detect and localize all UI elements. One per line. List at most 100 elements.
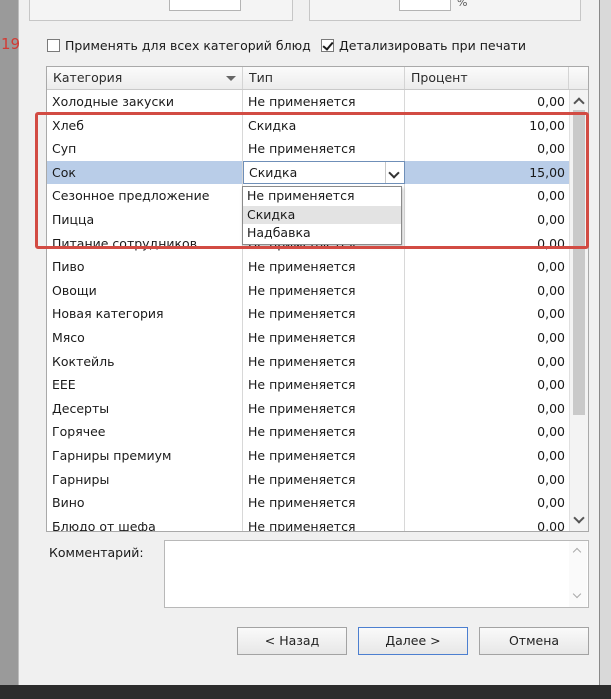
cell-percent[interactable]: 15,00 <box>405 161 569 185</box>
cell-percent[interactable]: 10,00 <box>405 114 569 138</box>
column-header-category[interactable]: Категория <box>47 67 243 89</box>
cell-percent[interactable]: 0,00 <box>405 397 569 421</box>
table-row[interactable]: Блюдо от шефа Не применяется 0,00 <box>47 514 569 531</box>
table-row[interactable]: Новая категория Не применяется 0,00 <box>47 302 569 326</box>
cell-percent[interactable]: 0,00 <box>405 468 569 492</box>
cell-percent[interactable]: 0,00 <box>405 279 569 303</box>
cell-type[interactable]: Не применяется <box>243 302 405 326</box>
cell-type[interactable]: Не применяется <box>243 514 405 531</box>
table-row[interactable]: Хлеб Скидка 10,00 <box>47 113 569 138</box>
cell-percent[interactable]: 0,00 <box>405 326 569 350</box>
cell-type[interactable]: Не применяется <box>243 90 405 114</box>
back-button[interactable]: < Назад <box>237 627 347 655</box>
column-header-category-label: Категория <box>53 70 123 85</box>
top-partial-section: % <box>19 0 599 28</box>
header-corner <box>569 67 588 89</box>
cell-type[interactable]: Не применяется <box>243 373 405 397</box>
type-dropdown-value: Скидка <box>249 164 298 180</box>
cell-percent[interactable]: 0,00 <box>405 208 569 232</box>
top-input-left[interactable] <box>169 0 241 11</box>
detail-print-checkbox[interactable] <box>321 39 334 52</box>
cell-percent[interactable]: 0,00 <box>405 184 569 208</box>
cell-type[interactable]: Не применяется <box>243 255 405 279</box>
table-row[interactable]: Коктейль Не применяется 0,00 <box>47 349 569 374</box>
table-row[interactable]: ЕЕЕ Не применяется 0,00 <box>47 373 569 397</box>
column-header-percent[interactable]: Процент <box>405 67 569 89</box>
type-dropdown[interactable]: Скидка <box>243 160 405 185</box>
cell-type[interactable]: Не применяется <box>243 349 405 374</box>
cell-category: Мясо <box>47 325 243 350</box>
cell-category: Пиво <box>47 255 243 279</box>
dropdown-option-markup[interactable]: Надбавка <box>243 224 401 243</box>
dropdown-option-discount[interactable]: Скидка <box>243 205 401 224</box>
column-header-type[interactable]: Тип <box>243 67 405 89</box>
cell-type[interactable]: Скидка <box>243 113 405 138</box>
scroll-thumb[interactable] <box>573 110 585 415</box>
cell-percent[interactable]: 0,00 <box>405 255 569 279</box>
cell-category: Питание сотрудников <box>47 231 243 256</box>
top-input-right[interactable] <box>399 0 451 11</box>
apply-all-checkbox-row[interactable]: Применять для всех категорий блюд <box>47 38 311 53</box>
comment-scrollbar[interactable] <box>569 541 587 607</box>
table-row[interactable]: Горячее Не применяется 0,00 <box>47 420 569 444</box>
cell-type[interactable]: Не применяется <box>243 443 405 468</box>
cell-percent[interactable]: 0,00 <box>405 491 569 515</box>
table-row[interactable]: Гарниры премиум Не применяется 0,00 <box>47 443 569 468</box>
table-row[interactable]: Гарниры Не применяется 0,00 <box>47 467 569 492</box>
table-row[interactable]: Холодные закуски Не применяется 0,00 <box>47 90 569 114</box>
table-row[interactable]: Вино Не применяется 0,00 <box>47 491 569 515</box>
cell-type[interactable]: Не применяется <box>243 137 405 161</box>
cell-category: Десерты <box>47 396 243 421</box>
detail-print-checkbox-row[interactable]: Детализировать при печати <box>321 38 526 53</box>
sort-arrow-icon <box>226 76 236 81</box>
scroll-up-icon[interactable] <box>572 547 582 557</box>
comment-textarea[interactable] <box>164 540 589 608</box>
cell-percent[interactable]: 0,00 <box>405 350 569 374</box>
table-row[interactable]: Овощи Не применяется 0,00 <box>47 278 569 303</box>
cell-category: Блюдо от шефа <box>47 514 243 531</box>
cell-type[interactable]: Не применяется <box>243 325 405 350</box>
cancel-button[interactable]: Отмена <box>479 627 589 655</box>
table-row[interactable]: Пиво Не применяется 0,00 <box>47 255 569 279</box>
cell-percent[interactable]: 0,00 <box>405 137 569 161</box>
cell-percent[interactable]: 0,00 <box>405 420 569 444</box>
cell-category: Сок <box>47 160 243 185</box>
cell-category: Горячее <box>47 420 243 444</box>
table-row-selected[interactable]: Сок Скидка 15,00 <box>47 160 569 185</box>
taskbar <box>0 685 611 699</box>
cell-percent[interactable]: 0,00 <box>405 515 569 531</box>
table-row[interactable]: Десерты Не применяется 0,00 <box>47 396 569 421</box>
apply-all-checkbox[interactable] <box>47 39 60 52</box>
scroll-down-icon[interactable] <box>573 512 585 524</box>
cell-type[interactable]: Не применяется <box>243 396 405 421</box>
cell-type[interactable]: Не применяется <box>243 420 405 444</box>
cell-category: Хлеб <box>47 113 243 138</box>
cell-percent[interactable]: 0,00 <box>405 232 569 256</box>
top-percent-sign: % <box>457 0 468 9</box>
cell-category: Вино <box>47 491 243 515</box>
table-row[interactable]: Мясо Не применяется 0,00 <box>47 325 569 350</box>
apply-all-label: Применять для всех категорий блюд <box>65 38 311 53</box>
cell-percent[interactable]: 0,00 <box>405 90 569 114</box>
cell-category: Коктейль <box>47 349 243 374</box>
cell-category: Гарниры премиум <box>47 443 243 468</box>
category-table: Категория Тип Процент Холодные закуски Н… <box>46 66 589 532</box>
dropdown-divider <box>385 161 386 183</box>
table-row[interactable]: Суп Не применяется 0,00 <box>47 137 569 161</box>
cell-type[interactable]: Не применяется <box>243 278 405 303</box>
cell-type[interactable]: Не применяется <box>243 491 405 515</box>
scroll-down-icon[interactable] <box>572 589 582 599</box>
wizard-dialog: % 19 Применять для всех категорий блюд Д… <box>1 0 600 685</box>
chevron-down-icon[interactable] <box>388 167 400 179</box>
table-header: Категория Тип Процент <box>47 67 588 90</box>
cell-percent[interactable]: 0,00 <box>405 444 569 468</box>
cell-category: ЕЕЕ <box>47 373 243 397</box>
dropdown-option-not-applied[interactable]: Не применяется <box>243 187 401 206</box>
next-button[interactable]: Далее > <box>358 627 468 655</box>
cell-type[interactable]: Не применяется <box>243 467 405 492</box>
cell-percent[interactable]: 0,00 <box>405 373 569 397</box>
table-scrollbar[interactable] <box>569 90 588 531</box>
cell-percent[interactable]: 0,00 <box>405 302 569 326</box>
type-dropdown-list: Не применяется Скидка Надбавка <box>242 186 402 245</box>
scroll-up-icon[interactable] <box>573 97 585 109</box>
